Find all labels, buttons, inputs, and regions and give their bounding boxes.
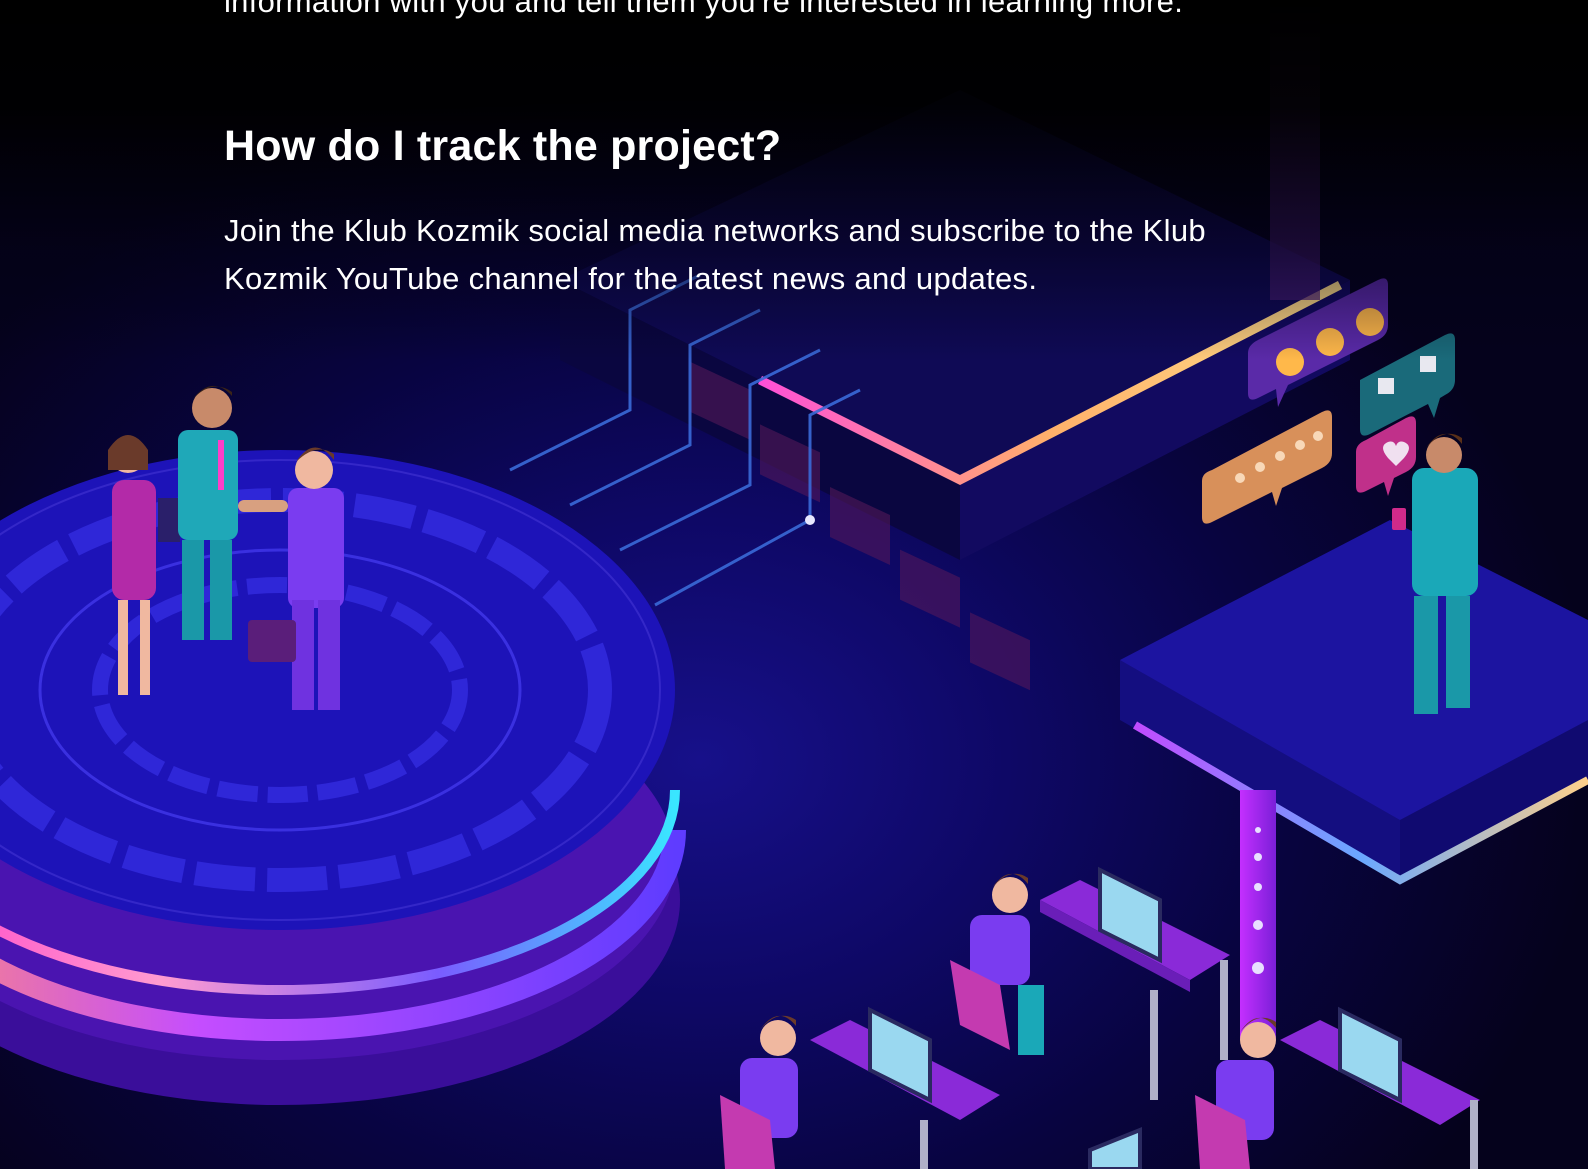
intro-paragraph-tail: information with you and tell them you'r… xyxy=(224,0,1184,19)
section-heading: How do I track the project? xyxy=(224,122,782,170)
page: information with you and tell them you'r… xyxy=(0,0,1588,1169)
top-fade-overlay xyxy=(0,0,1588,360)
track-project-paragraph: Join the Klub Kozmik social media networ… xyxy=(224,213,1206,296)
